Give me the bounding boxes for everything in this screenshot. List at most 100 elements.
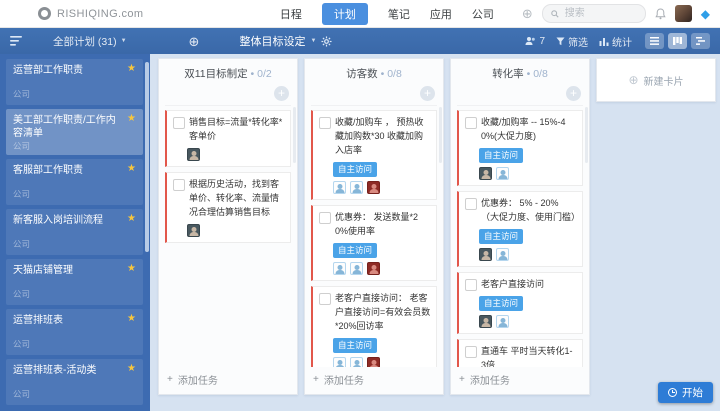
star-icon[interactable]: ★ bbox=[127, 214, 136, 227]
nav-item[interactable]: 应用 bbox=[430, 6, 452, 22]
sidebar-plan-item[interactable]: 运营排班表-活动类 ★ 公司 bbox=[6, 359, 143, 405]
list-view-icon bbox=[650, 37, 659, 45]
task-text: 销售目标=流量*转化率*客单价 bbox=[189, 117, 283, 141]
task-card[interactable]: 老客户直接访问： 老客户直接访问=有效会员数*20%回访率 自主访问 bbox=[311, 285, 437, 367]
nav-item[interactable]: 日程 bbox=[280, 6, 302, 22]
star-icon[interactable]: ★ bbox=[127, 314, 136, 327]
assignee-avatar bbox=[333, 180, 346, 194]
start-button[interactable]: 开始 bbox=[658, 382, 713, 403]
task-card[interactable]: 直通车 平时当天转化1-3倍付费流量 bbox=[457, 338, 583, 367]
search-box[interactable] bbox=[541, 4, 646, 23]
star-icon[interactable]: ★ bbox=[127, 264, 136, 277]
task-checkbox[interactable] bbox=[465, 197, 477, 210]
gear-icon[interactable] bbox=[321, 35, 332, 47]
task-checkbox[interactable] bbox=[173, 117, 185, 129]
task-card[interactable]: 优惠券： 发送数量*20%使用率 自主访问 bbox=[311, 204, 437, 281]
add-card-button[interactable]: + bbox=[566, 86, 581, 101]
task-card[interactable]: 根据历史活动，找到客单价、转化率、流量情况合理估算销售目标 bbox=[165, 171, 291, 243]
filter-button[interactable]: 筛选 bbox=[556, 34, 588, 49]
task-avatars bbox=[479, 314, 577, 328]
add-task-button[interactable]: + 添加任务 bbox=[159, 367, 297, 394]
plans-sidebar: 运营部工作职责 ★ 公司 美工部工作职责/工作内容清单 ★ 公司 客服部工作职责 ★ 公司 新客服… bbox=[0, 54, 150, 411]
task-card[interactable]: 销售目标=流量*转化率*客单价 bbox=[165, 110, 291, 167]
plan-subtitle: 公司 bbox=[13, 189, 31, 199]
task-checkbox[interactable] bbox=[319, 117, 331, 129]
plan-title-row: 运营排班表 ★ bbox=[13, 314, 136, 327]
sidebar-scrollbar[interactable] bbox=[145, 62, 149, 252]
timeline-view-button[interactable] bbox=[691, 33, 710, 49]
cards-container: 收藏/加购率 -- 15%-40%(大促力度) 自主访问 优惠券： 5% - 20%… bbox=[451, 110, 589, 367]
nav-item[interactable]: 计划 bbox=[321, 2, 368, 25]
task-checkbox[interactable] bbox=[173, 178, 185, 191]
assignee-avatar bbox=[187, 223, 200, 237]
nav-item[interactable]: 公司 bbox=[472, 6, 494, 22]
new-card-button[interactable]: ⊕ 新建卡片 bbox=[596, 58, 716, 102]
plan-subtitle: 公司 bbox=[13, 389, 31, 399]
members-button[interactable]: 7 bbox=[525, 36, 545, 47]
plan-title-row: 美工部工作职责/工作内容清单 ★ bbox=[13, 114, 136, 140]
sidebar-plan-item[interactable]: 美工部工作职责/工作内容清单 ★ 公司 bbox=[6, 109, 143, 155]
star-icon[interactable]: ★ bbox=[127, 64, 136, 77]
sidebar-plan-item[interactable]: 运营排班表 ★ 公司 bbox=[6, 309, 143, 355]
search-input[interactable] bbox=[562, 7, 631, 20]
task-row: 老客户直接访问 bbox=[465, 278, 577, 292]
all-plans-dropdown[interactable]: 全部计划 (31) ▼ bbox=[53, 34, 127, 49]
plan-subtitle: 公司 bbox=[13, 141, 31, 151]
task-card[interactable]: 老客户直接访问 自主访问 bbox=[457, 271, 583, 334]
task-checkbox[interactable] bbox=[465, 278, 477, 291]
assignee-avatar bbox=[367, 356, 380, 367]
task-card[interactable]: 收藏/加购率 -- 15%-40%(大促力度) 自主访问 bbox=[457, 110, 583, 186]
task-tags: 自主访问 bbox=[479, 147, 577, 163]
add-task-label: 添加任务 bbox=[323, 376, 364, 387]
add-plan-icon[interactable]: ⊕ bbox=[189, 35, 200, 48]
user-avatar[interactable] bbox=[674, 5, 692, 22]
plus-icon: + bbox=[459, 374, 465, 385]
task-tag: 自主访问 bbox=[333, 337, 378, 353]
app-logo[interactable]: RISHIQING.com bbox=[38, 7, 144, 20]
search-icon bbox=[551, 9, 559, 18]
list-view-button[interactable] bbox=[645, 33, 664, 49]
star-icon[interactable]: ★ bbox=[127, 364, 136, 377]
task-checkbox[interactable] bbox=[465, 117, 477, 129]
kanban-view-button[interactable] bbox=[668, 33, 687, 49]
task-checkbox[interactable] bbox=[319, 211, 331, 224]
nav-item[interactable]: 笔记 bbox=[388, 6, 410, 22]
add-task-button[interactable]: + 添加任务 bbox=[305, 367, 443, 394]
member-count: 7 bbox=[539, 35, 545, 47]
quick-add-icon[interactable]: ⊕ bbox=[522, 7, 533, 20]
assignee-avatar bbox=[333, 356, 346, 367]
task-row: 优惠券： 5% - 20% （大促力度、使用门槛） bbox=[465, 197, 580, 225]
task-checkbox[interactable] bbox=[465, 345, 477, 358]
column-title: 双11目标制定 bbox=[184, 68, 248, 80]
vip-diamond-icon[interactable]: ◆ bbox=[701, 8, 710, 20]
board-toolbar: 全部计划 (31) ▼ ⊕ 整体目标设定 ▼ 7 筛选 统计 bbox=[0, 28, 720, 54]
column-add-row: + bbox=[165, 85, 291, 106]
notification-bell-icon[interactable] bbox=[655, 7, 666, 20]
sidebar-plan-item[interactable]: 客服部工作职责 ★ 公司 bbox=[6, 159, 143, 205]
task-card[interactable]: 优惠券： 5% - 20% （大促力度、使用门槛） 自主访问 bbox=[457, 190, 583, 267]
task-checkbox[interactable] bbox=[319, 292, 331, 305]
task-avatars bbox=[333, 180, 431, 194]
collapse-sidebar-icon[interactable] bbox=[10, 36, 23, 46]
sidebar-plan-item[interactable]: 运营部工作职责 ★ 公司 bbox=[6, 59, 143, 105]
assignee-avatar bbox=[496, 314, 509, 328]
logo-icon bbox=[38, 7, 51, 20]
add-card-button[interactable]: + bbox=[274, 86, 289, 101]
sidebar-plan-item[interactable]: 新客服入岗培训流程 ★ 公司 bbox=[6, 209, 143, 255]
add-task-button[interactable]: + 添加任务 bbox=[451, 367, 589, 394]
add-card-button[interactable]: + bbox=[420, 86, 435, 101]
task-tag: 自主访问 bbox=[479, 147, 524, 163]
kanban-column: 访客数 • 0/8 + 收藏/加购车 ， 预热收藏加购数*30 收藏加购入店率 自主访… bbox=[304, 58, 444, 395]
star-icon[interactable]: ★ bbox=[127, 114, 136, 140]
plan-subtitle: 公司 bbox=[13, 89, 31, 99]
sidebar-plan-item[interactable]: 天猫店铺管理 ★ 公司 bbox=[6, 259, 143, 305]
star-icon[interactable]: ★ bbox=[127, 164, 136, 177]
assignee-avatar bbox=[350, 261, 363, 275]
board-title-group[interactable]: 整体目标设定 ▼ bbox=[239, 33, 332, 49]
column-count: • 0/8 bbox=[377, 68, 402, 80]
stats-button[interactable]: 统计 bbox=[599, 34, 632, 49]
all-plans-label: 全部计划 (31) bbox=[53, 35, 117, 48]
column-count: • 0/2 bbox=[247, 68, 272, 80]
task-card[interactable]: 收藏/加购车 ， 预热收藏加购数*30 收藏加购入店率 自主访问 bbox=[311, 110, 437, 200]
assignee-avatar bbox=[479, 166, 492, 180]
